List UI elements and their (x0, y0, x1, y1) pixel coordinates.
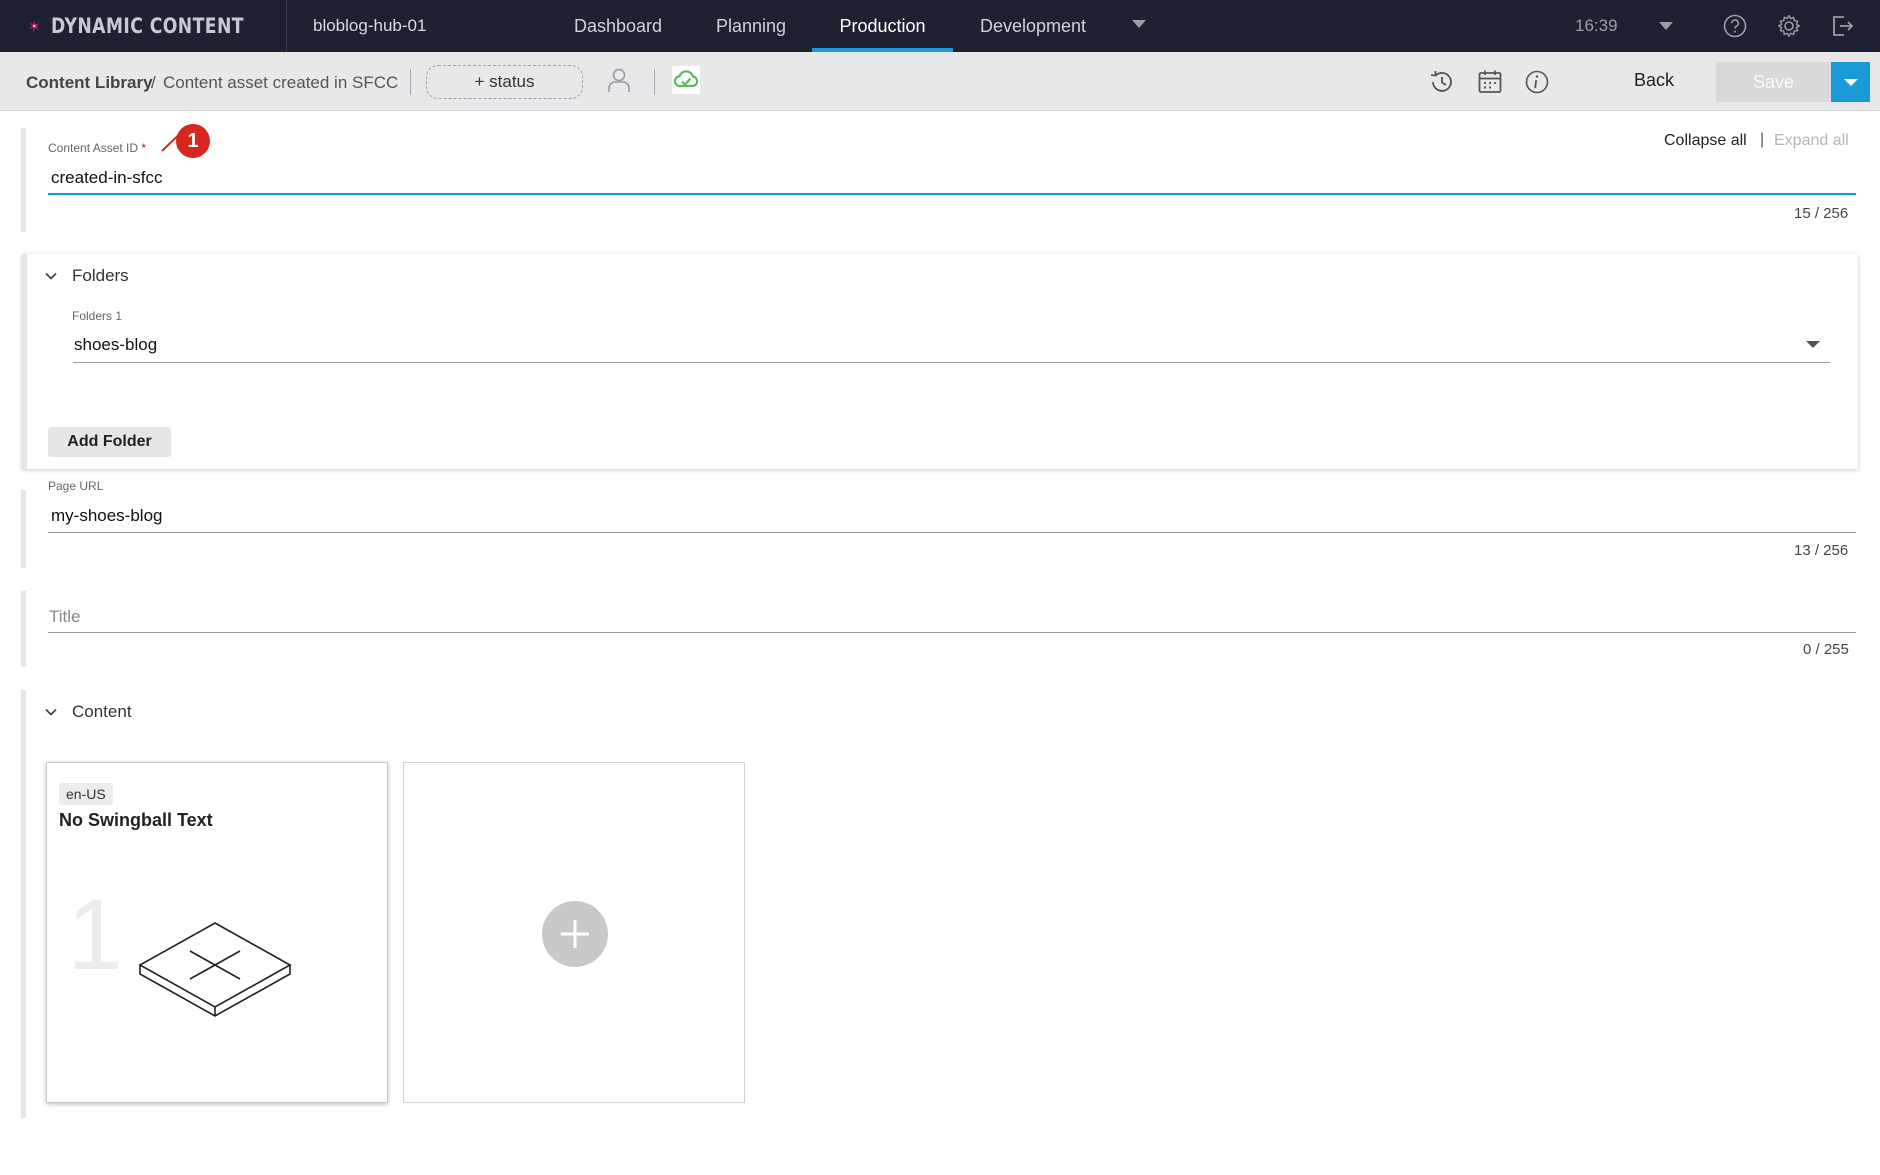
content-item-title: No Swingball Text (59, 810, 213, 830)
top-navigation-bar: DYNAMIC CONTENT bloblog-hub-01 Dashboard… (0, 0, 1880, 52)
field-rail (21, 690, 26, 1118)
title-counter: 0 / 255 (1803, 641, 1849, 658)
breadcrumb-current: Content asset created in SFCC (163, 73, 399, 92)
asset-id-counter: 15 / 256 (1794, 205, 1849, 222)
field-rail (21, 591, 26, 667)
expand-all-link[interactable]: Expand all (1774, 132, 1849, 150)
locale-tag: en-US (59, 783, 113, 805)
content-item-card[interactable]: en-US No Swingball Text 1 (46, 762, 388, 1103)
tab-development[interactable]: Development (975, 0, 1091, 52)
info-icon[interactable] (1523, 68, 1551, 96)
brand-name: DYNAMIC CONTENT (50, 14, 244, 38)
brand[interactable]: DYNAMIC CONTENT (0, 0, 287, 52)
content-toolbar: Content Library / Content asset created … (0, 52, 1880, 111)
history-icon[interactable] (1428, 68, 1456, 96)
calendar-icon[interactable] (1476, 68, 1504, 96)
add-content-button[interactable] (542, 901, 608, 967)
tab-planning[interactable]: Planning (706, 0, 796, 52)
collapse-expand-separator: | (1760, 131, 1765, 148)
save-options-button[interactable] (1831, 62, 1870, 102)
missing-visualization-icon (138, 922, 292, 1017)
folders-1-label: Folders 1 (72, 309, 123, 323)
page-url-label: Page URL (48, 479, 104, 493)
add-status-button[interactable]: + status (426, 65, 583, 99)
folders-1-dropdown-caret[interactable] (1806, 341, 1820, 348)
toolbar-divider (654, 69, 655, 95)
user-icon[interactable] (605, 66, 633, 94)
field-rail (21, 128, 26, 232)
hub-switcher[interactable]: bloblog-hub-01 (313, 16, 426, 36)
folders-section-toggle[interactable]: Folders (44, 266, 129, 286)
plus-icon (561, 920, 589, 948)
field-rail (22, 254, 27, 469)
asset-id-underline (48, 193, 1856, 195)
field-rail (21, 490, 26, 568)
folders-section: Folders Folders 1 shoes-blog Add Folder (22, 254, 1858, 469)
breadcrumb-content-library[interactable]: Content Library (26, 73, 153, 93)
more-tabs-caret[interactable] (1132, 20, 1146, 28)
tab-dashboard[interactable]: Dashboard (573, 0, 663, 52)
chevron-down-icon (45, 708, 57, 716)
back-button[interactable]: Back (1614, 70, 1694, 91)
annotation-badge: 1 (176, 124, 210, 158)
asset-id-input[interactable]: created-in-sfcc (51, 168, 162, 188)
page-url-input[interactable]: my-shoes-blog (51, 506, 163, 526)
page-url-underline (48, 532, 1856, 533)
content-item-index: 1 (67, 879, 123, 991)
save-button[interactable]: Save (1716, 62, 1831, 102)
content-heading: Content (72, 702, 132, 721)
folders-heading: Folders (72, 266, 129, 285)
tab-production[interactable]: Production (812, 0, 953, 52)
breadcrumb-separator: / (151, 73, 156, 92)
folders-1-select[interactable]: shoes-blog (74, 335, 157, 355)
cloud-sync-icon[interactable] (672, 66, 700, 94)
collapse-all-link[interactable]: Collapse all (1664, 132, 1747, 150)
logo-icon (28, 20, 40, 33)
chevron-down-icon (45, 272, 57, 280)
folders-1-underline (73, 362, 1830, 363)
asset-id-label: Content Asset ID * (48, 141, 147, 155)
add-content-item-card[interactable] (403, 762, 745, 1103)
page-url-counter: 13 / 256 (1794, 542, 1849, 559)
clock: 16:39 (1575, 16, 1618, 35)
add-folder-button[interactable]: Add Folder (48, 427, 171, 457)
logout-icon[interactable] (1829, 13, 1855, 39)
clock-dropdown-caret[interactable] (1659, 22, 1673, 30)
gear-icon[interactable] (1776, 13, 1802, 39)
content-section-toggle[interactable]: Content (44, 702, 132, 722)
title-input[interactable]: Title (49, 607, 81, 627)
help-icon[interactable] (1722, 13, 1748, 39)
toolbar-divider (410, 69, 411, 95)
title-underline (48, 632, 1856, 633)
